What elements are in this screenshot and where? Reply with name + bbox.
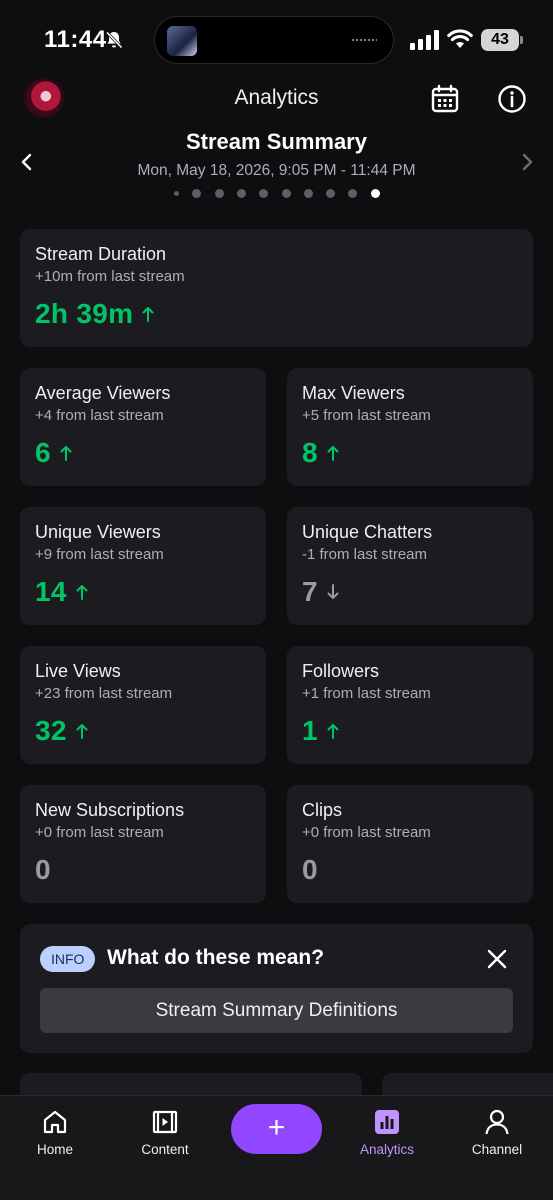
- stat-delta: +4 from last stream: [35, 407, 164, 424]
- arrow-down-icon: [327, 584, 339, 599]
- home-icon: [43, 1110, 67, 1134]
- tab-label: Home: [36, 1142, 73, 1157]
- stat-value: 32: [35, 715, 67, 746]
- stat-value: 2h 39m: [35, 298, 134, 329]
- info-icon[interactable]: [497, 84, 527, 114]
- stat-label: Stream Duration: [35, 244, 167, 264]
- stat-value: 8: [302, 437, 318, 468]
- plus-icon: +: [267, 1111, 286, 1144]
- stat-card-max-viewers[interactable]: Max Viewers +5 from last stream 8: [287, 368, 533, 486]
- stat-card-average-viewers[interactable]: Average Viewers +4 from last stream 6: [20, 368, 266, 486]
- definitions-button[interactable]: Stream Summary Definitions: [40, 988, 513, 1033]
- stat-label: Average Viewers: [35, 383, 171, 403]
- page-dot[interactable]: [192, 189, 202, 198]
- page-dot[interactable]: [326, 189, 336, 198]
- arrow-up-icon: [142, 307, 154, 322]
- stat-delta: +5 from last stream: [302, 407, 431, 424]
- stat-delta: +23 from last stream: [35, 685, 173, 702]
- chevron-right-icon[interactable]: [518, 150, 536, 174]
- stat-delta: -1 from last stream: [302, 546, 428, 563]
- tab-content[interactable]: Content: [120, 1096, 210, 1176]
- stat-card-unique-chatters[interactable]: Unique Chatters -1 from last stream 7: [287, 507, 533, 625]
- arrow-up-icon: [327, 724, 339, 739]
- status-time: 11:44: [44, 26, 107, 53]
- page-title: Analytics: [234, 86, 319, 109]
- stat-label: Followers: [302, 661, 380, 681]
- now-playing-thumbnail: [167, 26, 197, 56]
- create-button[interactable]: +: [231, 1104, 322, 1154]
- stat-value: 1: [302, 715, 318, 746]
- tab-home[interactable]: Home: [10, 1096, 100, 1176]
- person-icon: [485, 1109, 509, 1135]
- page-dot[interactable]: [348, 189, 358, 198]
- close-icon[interactable]: [486, 948, 508, 970]
- stat-label: Clips: [302, 800, 343, 820]
- info-card: INFO What do these mean? Stream Summary …: [20, 924, 533, 1053]
- arrow-up-icon: [60, 446, 72, 461]
- page-dot[interactable]: [214, 189, 224, 198]
- stat-delta: +10m from last stream: [35, 268, 185, 285]
- bottom-tab-bar: Home Content + Analytics Channel: [0, 1095, 553, 1200]
- battery-indicator: 43: [481, 29, 519, 51]
- arrow-up-icon: [76, 724, 88, 739]
- stat-label: Live Views: [35, 661, 121, 681]
- stat-delta: +0 from last stream: [35, 824, 164, 841]
- stat-label: Unique Chatters: [302, 522, 433, 542]
- stat-card-clips[interactable]: Clips +0 from last stream 0: [287, 785, 533, 903]
- status-bar: 11:44 43: [0, 0, 553, 80]
- page-dot[interactable]: [174, 191, 179, 196]
- content-video-icon: [152, 1110, 178, 1134]
- dynamic-island[interactable]: [154, 16, 394, 64]
- page-dot[interactable]: [236, 189, 246, 198]
- stat-value: 6: [35, 437, 51, 468]
- info-question: What do these mean?: [107, 946, 325, 969]
- arrow-up-icon: [76, 585, 88, 600]
- stat-card-new-subscriptions[interactable]: New Subscriptions +0 from last stream 0: [20, 785, 266, 903]
- wifi-icon: [447, 29, 473, 48]
- battery-cap: [520, 36, 523, 44]
- summary-date-range: Mon, May 18, 2026, 9:05 PM - 11:44 PM: [137, 162, 416, 179]
- tab-label: Analytics: [359, 1142, 415, 1157]
- tab-label: Channel: [471, 1142, 523, 1157]
- tab-label: Content: [141, 1142, 189, 1157]
- page-dot[interactable]: [259, 189, 269, 198]
- bell-muted-icon: [105, 31, 123, 49]
- stat-value: 7: [302, 576, 318, 607]
- stat-card-live-views[interactable]: Live Views +23 from last stream 32: [20, 646, 266, 764]
- stat-delta: +0 from last stream: [302, 824, 431, 841]
- analytics-chart-icon: [375, 1110, 399, 1134]
- stat-card-unique-viewers[interactable]: Unique Viewers +9 from last stream 14: [20, 507, 266, 625]
- page-dot[interactable]: [281, 189, 291, 198]
- island-activity-icon: [351, 38, 377, 42]
- chevron-left-icon[interactable]: [18, 150, 36, 174]
- summary-title: Stream Summary: [186, 129, 367, 154]
- tab-channel[interactable]: Channel: [452, 1096, 542, 1176]
- page-dot-active[interactable]: [370, 189, 380, 198]
- stat-delta: +9 from last stream: [35, 546, 164, 563]
- stat-label: Unique Viewers: [35, 522, 161, 542]
- stat-delta: +1 from last stream: [302, 685, 431, 702]
- stat-label: New Subscriptions: [35, 800, 185, 820]
- page-dot[interactable]: [303, 189, 313, 198]
- tab-analytics[interactable]: Analytics: [342, 1096, 432, 1176]
- stat-card-stream-duration[interactable]: Stream Duration +10m from last stream 2h…: [20, 229, 533, 347]
- stat-value: 0: [302, 854, 318, 885]
- stat-card-followers[interactable]: Followers +1 from last stream 1: [287, 646, 533, 764]
- calendar-icon[interactable]: [430, 84, 460, 114]
- cellular-signal-icon: [410, 30, 439, 50]
- arrow-up-icon: [327, 446, 339, 461]
- stat-value: 0: [35, 854, 51, 885]
- stat-value: 14: [35, 576, 67, 607]
- page-indicator: [170, 186, 390, 200]
- info-badge: INFO: [40, 946, 96, 972]
- stat-label: Max Viewers: [302, 383, 405, 403]
